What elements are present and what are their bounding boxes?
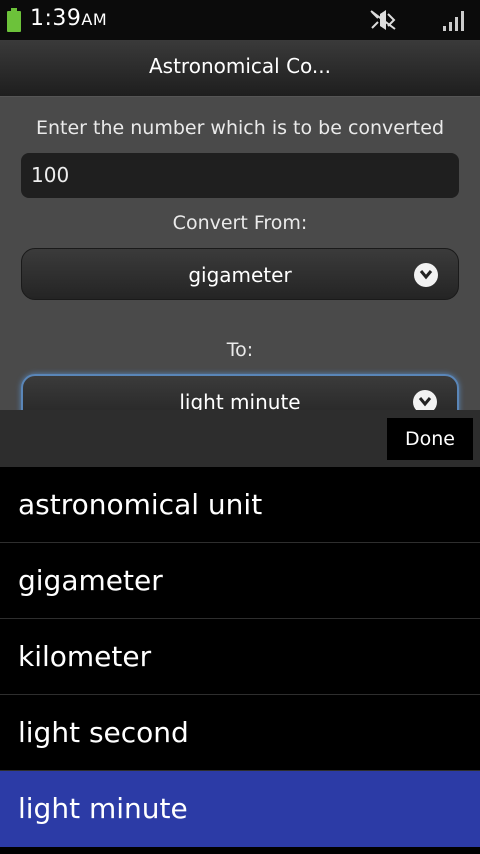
mute-icon bbox=[370, 10, 396, 30]
number-prompt: Enter the number which is to be converte… bbox=[35, 117, 445, 139]
picker-item-gigameter[interactable]: gigameter bbox=[0, 543, 480, 619]
picker-item-light-second[interactable]: light second bbox=[0, 695, 480, 771]
picker-item-label: gigameter bbox=[18, 564, 163, 597]
clock-time: 1:39 bbox=[30, 6, 82, 31]
title-bar: Astronomical Co... bbox=[0, 40, 480, 97]
done-button[interactable]: Done bbox=[387, 418, 473, 460]
clock-ampm: AM bbox=[81, 10, 108, 29]
app-title: Astronomical Co... bbox=[148, 54, 331, 78]
battery-icon bbox=[7, 8, 21, 32]
picker-item-light-minute[interactable]: light minute bbox=[0, 771, 480, 847]
unit-picker-list: astronomical unit gigameter kilometer li… bbox=[0, 467, 480, 854]
picker-item-label: kilometer bbox=[18, 640, 152, 673]
chevron-down-icon bbox=[414, 263, 438, 287]
picker-item-label: light second bbox=[18, 716, 189, 749]
convert-to-label: To: bbox=[226, 339, 254, 361]
status-clock: 1:39AM bbox=[30, 6, 107, 31]
status-bar: 1:39AM bbox=[0, 0, 480, 40]
convert-from-label: Convert From: bbox=[172, 212, 308, 234]
picker-header: Done bbox=[0, 410, 480, 467]
picker-item-label: astronomical unit bbox=[18, 488, 263, 521]
converter-form: Enter the number which is to be converte… bbox=[0, 97, 480, 426]
convert-from-value: gigameter bbox=[188, 263, 292, 287]
picker-item-label: light minute bbox=[18, 792, 188, 825]
signal-icon bbox=[443, 11, 464, 31]
picker-item-astronomical-unit[interactable]: astronomical unit bbox=[0, 467, 480, 543]
number-input[interactable]: 100 bbox=[21, 153, 459, 198]
convert-from-dropdown[interactable]: gigameter bbox=[21, 248, 459, 300]
picker-item-kilometer[interactable]: kilometer bbox=[0, 619, 480, 695]
